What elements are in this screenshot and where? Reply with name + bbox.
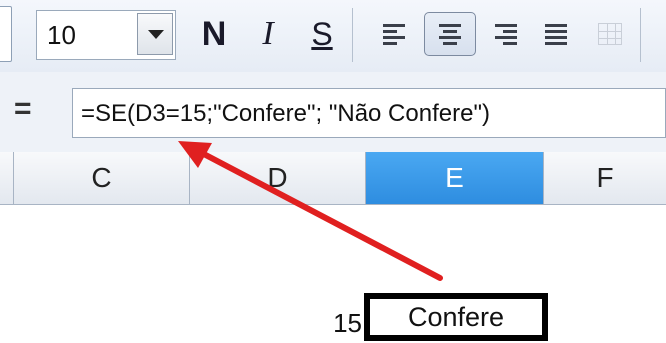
font-name-box-edge[interactable]	[0, 6, 12, 62]
align-right-button[interactable]	[486, 12, 526, 56]
formula-equals-icon[interactable]: =	[14, 92, 32, 126]
bold-button[interactable]: N	[190, 10, 238, 58]
cell-value: Confere	[407, 301, 505, 332]
underline-icon: S	[311, 15, 333, 52]
column-header-e[interactable]: E	[366, 152, 544, 204]
formula-input[interactable]: =SE(D3=15;"Confere"; "Não Confere")	[72, 88, 666, 138]
align-left-icon	[383, 21, 405, 48]
formula-bar: = =SE(D3=15;"Confere"; "Não Confere")	[0, 72, 666, 153]
align-center-icon	[439, 21, 461, 48]
bold-icon: N	[201, 14, 227, 53]
column-header-row: C D E F	[0, 152, 666, 205]
font-size-dropdown-button[interactable]	[137, 13, 173, 55]
font-size-value[interactable]: 10	[47, 20, 76, 51]
column-header-label: C	[91, 162, 112, 193]
italic-button[interactable]: I	[244, 10, 292, 58]
column-header-f[interactable]: F	[544, 152, 666, 204]
row-header-corner[interactable]	[0, 152, 14, 204]
toolbar-separator	[640, 8, 641, 62]
column-header-label: D	[267, 162, 288, 193]
cell-value: 15	[333, 307, 362, 338]
formatting-toolbar: 10 N I S	[0, 0, 666, 73]
column-header-c[interactable]: C	[14, 152, 190, 204]
align-right-icon	[495, 21, 517, 48]
spreadsheet-grid[interactable]: 15 Confere	[0, 205, 666, 343]
cell-e3-highlighted[interactable]: Confere	[364, 293, 548, 341]
chevron-down-icon	[148, 30, 164, 39]
align-left-button[interactable]	[374, 12, 414, 56]
cell-d3[interactable]: 15	[300, 305, 362, 341]
toolbar-separator	[352, 8, 353, 62]
column-header-label: F	[596, 162, 614, 193]
font-size-combobox[interactable]: 10	[36, 10, 176, 60]
formula-text[interactable]: =SE(D3=15;"Confere"; "Não Confere")	[81, 100, 490, 128]
align-center-button[interactable]	[424, 12, 476, 56]
merge-cells-icon	[598, 23, 622, 45]
justify-icon	[545, 21, 567, 48]
justify-button[interactable]	[536, 12, 576, 56]
column-header-label: E	[445, 162, 464, 193]
italic-icon: I	[262, 15, 274, 52]
column-header-d[interactable]: D	[190, 152, 366, 204]
underline-button[interactable]: S	[298, 10, 346, 58]
merge-cells-button[interactable]	[590, 12, 630, 56]
